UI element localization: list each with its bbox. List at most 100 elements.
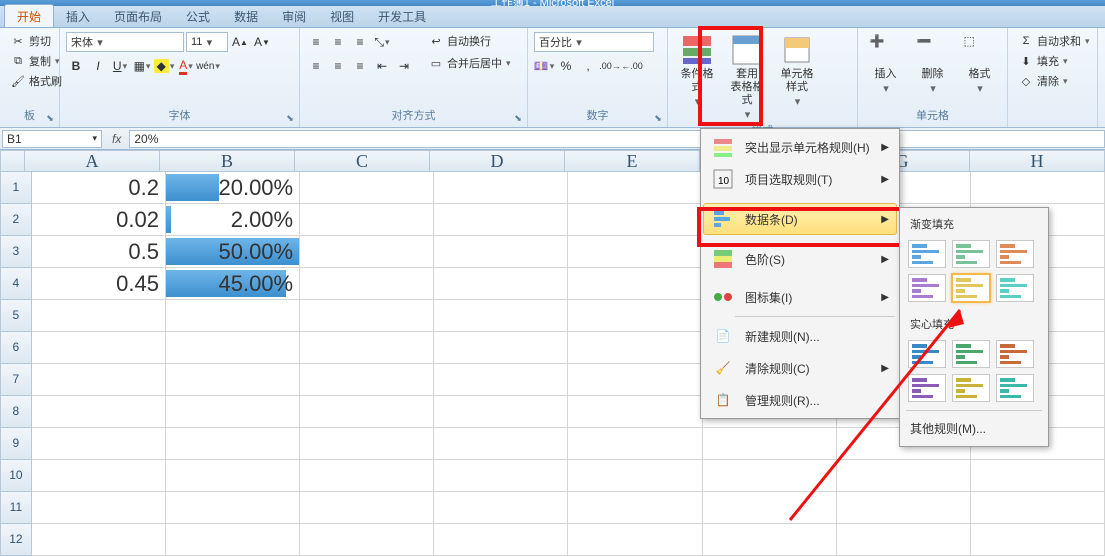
cell[interactable] [32, 396, 166, 428]
cell[interactable] [32, 524, 166, 556]
cell[interactable] [300, 396, 434, 428]
font-name-combo[interactable]: 宋体▾ [66, 32, 184, 52]
cell[interactable] [568, 492, 702, 524]
tab-layout[interactable]: 页面布局 [102, 5, 174, 27]
cell[interactable] [434, 396, 568, 428]
tab-data[interactable]: 数据 [222, 5, 270, 27]
data-bar-thumb[interactable] [952, 340, 990, 368]
row-header[interactable]: 8 [0, 396, 32, 428]
cell[interactable] [166, 492, 300, 524]
cell[interactable] [434, 460, 568, 492]
row-header[interactable]: 12 [0, 524, 32, 556]
cell[interactable] [703, 428, 837, 460]
tab-view[interactable]: 视图 [318, 5, 366, 27]
cell[interactable] [166, 332, 300, 364]
tab-dev[interactable]: 开发工具 [366, 5, 438, 27]
font-color-button[interactable]: A▾ [176, 56, 196, 76]
wrap-text-button[interactable]: ↩自动换行 [424, 32, 515, 50]
cell[interactable] [32, 428, 166, 460]
cell[interactable] [300, 204, 434, 236]
row-header[interactable]: 5 [0, 300, 32, 332]
menu-data-bars[interactable]: 数据条(D)▶ [703, 203, 897, 235]
tab-insert[interactable]: 插入 [54, 5, 102, 27]
cell[interactable]: 0.5 [32, 236, 166, 268]
tab-review[interactable]: 审阅 [270, 5, 318, 27]
cell[interactable] [166, 428, 300, 460]
cell[interactable] [166, 396, 300, 428]
underline-button[interactable]: U▾ [110, 56, 130, 76]
cell[interactable] [300, 268, 434, 300]
cell[interactable]: 20.00% [166, 172, 300, 204]
cell[interactable]: 0.2 [32, 172, 166, 204]
currency-icon[interactable]: 💷▾ [534, 56, 554, 76]
cell[interactable] [434, 204, 568, 236]
align-right-icon[interactable]: ≡ [350, 56, 370, 76]
autosum-button[interactable]: Σ自动求和▾ [1014, 32, 1094, 50]
row-header[interactable]: 7 [0, 364, 32, 396]
cell[interactable] [568, 524, 702, 556]
fill-color-button[interactable]: ◆▾ [154, 56, 174, 76]
cell[interactable] [568, 300, 702, 332]
cell[interactable] [703, 492, 837, 524]
increase-font-icon[interactable]: A▲ [230, 32, 250, 52]
col-header-C[interactable]: C [295, 150, 430, 172]
merge-center-button[interactable]: ▭合并后居中▾ [424, 54, 515, 72]
menu-manage-rules[interactable]: 📋 管理规则(R)... [703, 384, 897, 416]
phonetic-button[interactable]: wén▾ [198, 56, 218, 76]
clipboard-launcher[interactable]: ⬊ [43, 111, 57, 125]
formula-input[interactable]: 20% [129, 130, 1105, 148]
menu-clear-rules[interactable]: 🧹 清除规则(C)▶ [703, 352, 897, 384]
cell[interactable] [971, 492, 1105, 524]
cell[interactable] [300, 428, 434, 460]
cell[interactable] [166, 364, 300, 396]
menu-icon-sets[interactable]: 图标集(I)▶ [703, 281, 897, 313]
cell[interactable] [434, 236, 568, 268]
dec-decimal-icon[interactable]: ←.00 [622, 56, 642, 76]
cell[interactable] [568, 172, 702, 204]
cell[interactable] [300, 364, 434, 396]
italic-button[interactable]: I [88, 56, 108, 76]
cell[interactable] [300, 332, 434, 364]
cell[interactable] [166, 300, 300, 332]
data-bar-thumb[interactable] [996, 340, 1034, 368]
menu-top-rules[interactable]: 10 项目选取规则(T)▶ [703, 163, 897, 195]
cell[interactable]: 50.00% [166, 236, 300, 268]
cell[interactable] [568, 396, 702, 428]
row-header[interactable]: 4 [0, 268, 32, 300]
inc-decimal-icon[interactable]: .00→ [600, 56, 620, 76]
percent-icon[interactable]: % [556, 56, 576, 76]
row-header[interactable]: 9 [0, 428, 32, 460]
cell[interactable] [837, 460, 971, 492]
border-button[interactable]: ▦▾ [132, 56, 152, 76]
data-bar-thumb[interactable] [996, 240, 1034, 268]
cell[interactable]: 0.45 [32, 268, 166, 300]
cell[interactable] [568, 428, 702, 460]
data-bar-thumb[interactable] [908, 340, 946, 368]
col-header-D[interactable]: D [430, 150, 565, 172]
col-header-H[interactable]: H [970, 150, 1105, 172]
cell[interactable] [703, 460, 837, 492]
align-launcher[interactable]: ⬊ [511, 111, 525, 125]
align-bottom-icon[interactable]: ≡ [350, 32, 370, 52]
fx-icon[interactable]: fx [104, 132, 129, 146]
cell[interactable] [568, 460, 702, 492]
copy-button[interactable]: ⧉复制▾ [6, 52, 66, 70]
clear-button[interactable]: ◇清除▾ [1014, 72, 1094, 90]
data-bar-thumb[interactable] [908, 374, 946, 402]
cell[interactable] [434, 172, 568, 204]
cell[interactable] [300, 236, 434, 268]
cell[interactable] [166, 524, 300, 556]
insert-cells-button[interactable]: ➕插入▾ [864, 32, 907, 98]
format-painter-button[interactable]: 🖌格式刷 [6, 72, 66, 90]
name-box[interactable]: B1▾ [2, 130, 102, 148]
data-bar-thumb[interactable] [908, 240, 946, 268]
indent-dec-icon[interactable]: ⇤ [372, 56, 392, 76]
cell[interactable] [434, 364, 568, 396]
number-launcher[interactable]: ⬊ [651, 111, 665, 125]
row-header[interactable]: 3 [0, 236, 32, 268]
bold-button[interactable]: B [66, 56, 86, 76]
align-center-icon[interactable]: ≡ [328, 56, 348, 76]
cell[interactable] [32, 332, 166, 364]
cell[interactable] [837, 524, 971, 556]
align-left-icon[interactable]: ≡ [306, 56, 326, 76]
